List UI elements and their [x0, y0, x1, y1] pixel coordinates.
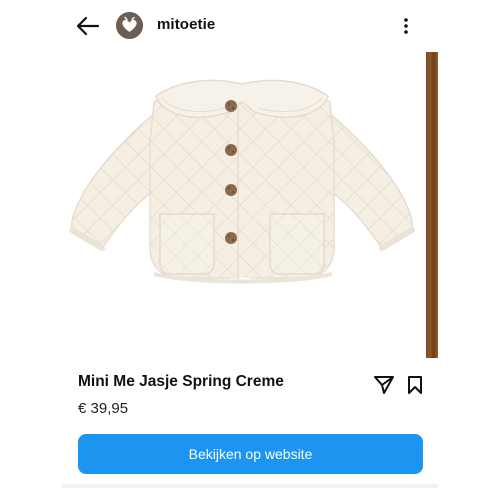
heart-logo-icon: [116, 12, 143, 39]
arrow-left-icon: [76, 16, 100, 36]
next-image-preview[interactable]: [426, 52, 438, 358]
more-vertical-icon: [404, 18, 408, 34]
view-on-website-button[interactable]: Bekijken op website: [78, 434, 423, 474]
back-button[interactable]: [72, 12, 104, 40]
product-detail-screen: mitoetie Mini Me Jasje Spring Creme € 39…: [0, 0, 500, 500]
header-bar: mitoetie: [0, 0, 500, 52]
account-avatar[interactable]: [116, 12, 143, 39]
paper-plane-icon: [374, 376, 394, 394]
save-button[interactable]: [404, 373, 426, 397]
account-name[interactable]: mitoetie: [157, 16, 215, 33]
divider: [62, 484, 438, 488]
jacket-illustration: [69, 79, 415, 284]
bookmark-icon: [408, 376, 422, 394]
more-options-button[interactable]: [396, 12, 416, 40]
product-price: € 39,95: [78, 400, 129, 417]
share-button[interactable]: [372, 373, 396, 397]
product-title: Mini Me Jasje Spring Creme: [78, 373, 284, 390]
product-image[interactable]: [62, 52, 422, 362]
